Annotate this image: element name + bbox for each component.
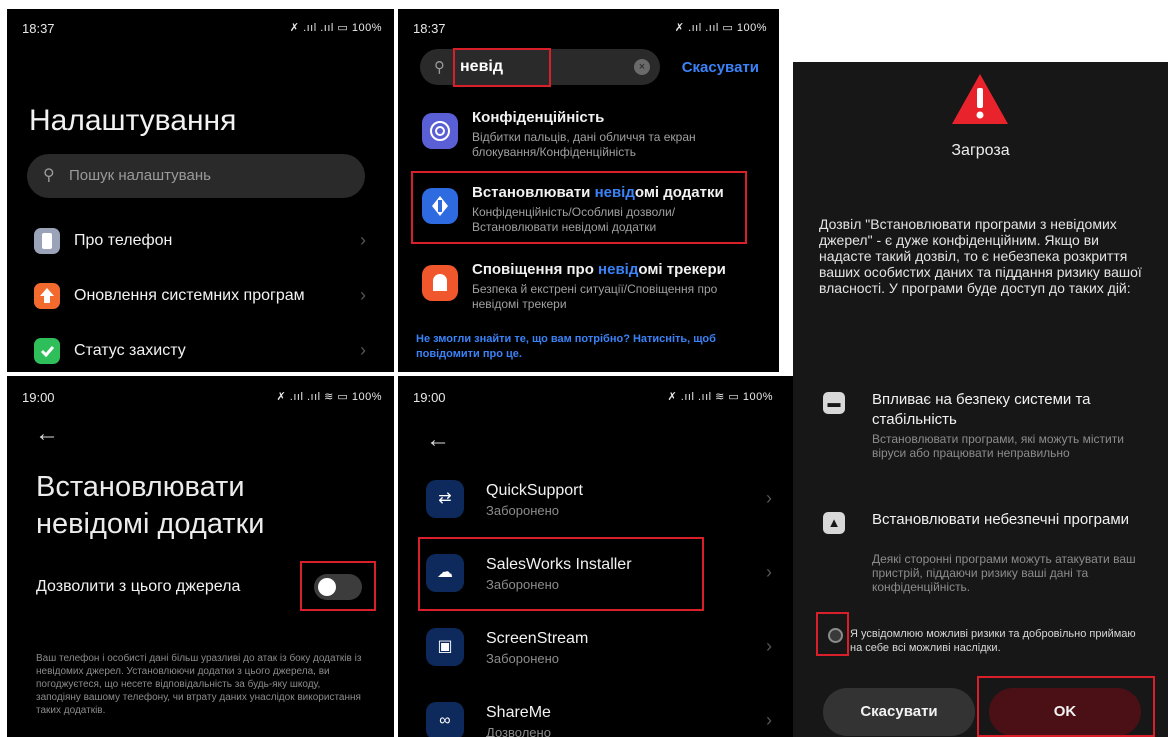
back-arrow-icon[interactable]: ←: [35, 420, 59, 448]
result-title: Сповіщення про невідомі трекери: [472, 261, 726, 278]
page-title: Встановлювати невідомі додатки: [36, 471, 265, 540]
highlight-ok-button: [977, 676, 1155, 737]
warning-triangle-icon: [952, 74, 1008, 124]
status-time: 18:37: [22, 21, 55, 36]
status-time: 19:00: [413, 390, 446, 405]
chevron-right-icon: ›: [360, 230, 366, 250]
app-name: ShareMe: [486, 704, 551, 721]
app-status: Заборонено: [486, 503, 560, 518]
app-item-quicksupport[interactable]: ⇄ QuickSupport Заборонено ›: [422, 476, 772, 526]
status-time: 18:37: [413, 21, 446, 36]
install-unknown-apps-screen: 19:00 ✗ .ııl .ııl ≋ ▭ 100% ← Встановлюва…: [7, 376, 394, 737]
back-arrow-icon[interactable]: ←: [426, 426, 450, 454]
status-icons: ✗ .ııl .ııl ▭ 100%: [674, 22, 767, 34]
settings-item-system-updates[interactable]: Оновлення системних програм ›: [29, 281, 374, 311]
settings-item-about-phone[interactable]: Про телефон ›: [29, 226, 374, 256]
dialog-body-text: Дозвіл "Встановлювати програми з невідом…: [819, 216, 1142, 296]
allow-from-source-label: Дозволити з цього джерела: [36, 578, 241, 595]
result-subtitle: Відбитки пальців, дані обличчя та екран …: [472, 130, 696, 159]
page-title: Налаштування: [29, 104, 237, 137]
settings-item-label: Оновлення системних програм: [74, 287, 305, 304]
search-icon: ⚲: [43, 167, 55, 184]
cancel-search-button[interactable]: Скасувати: [682, 59, 759, 76]
result-title: Конфіденційність: [472, 109, 605, 126]
status-icons: ✗ .ııl .ııl ▭ 100%: [289, 22, 382, 34]
acknowledge-risk-text: Я усвідомлюю можливі ризики та добровіль…: [850, 628, 1136, 654]
cancel-button[interactable]: Скасувати: [823, 688, 975, 736]
app-list-screen: 19:00 ✗ .ııl .ııl ≋ ▭ 100% ← ⇄ QuickSupp…: [398, 376, 793, 737]
chevron-right-icon: ›: [766, 636, 772, 656]
status-icons: ✗ .ııl .ııl ≋ ▭ 100%: [276, 391, 382, 403]
permission-system-stability: ▬ Впливає на безпеку системи та стабільн…: [823, 390, 1143, 480]
chevron-right-icon: ›: [360, 285, 366, 305]
highlight-acknowledge-radio: [816, 612, 849, 656]
settings-screen: 18:37 ✗ .ııl .ııl ▭ 100% Налаштування ⚲ …: [7, 9, 394, 372]
chevron-right-icon: ›: [766, 710, 772, 730]
alert-icon: ▲: [823, 512, 845, 534]
shield-check-icon: [34, 338, 60, 364]
permission-title: Встановлювати небезпечні програми: [872, 511, 1130, 528]
settings-search-results-screen: 18:37 ✗ .ııl .ııl ▭ 100% ⚲ невід × Скасу…: [398, 9, 779, 372]
quicksupport-icon: ⇄: [426, 480, 464, 518]
system-icon: ▬: [823, 392, 845, 414]
chevron-right-icon: ›: [766, 562, 772, 582]
search-input[interactable]: ⚲ Пошук налаштувань: [27, 154, 365, 198]
permission-title: Впливає на безпеку системи та стабільніс…: [872, 391, 1091, 428]
chevron-right-icon: ›: [766, 488, 772, 508]
settings-item-protection-status[interactable]: Статус захисту ›: [29, 336, 374, 366]
app-status: Заборонено: [486, 651, 560, 666]
threat-dialog: Загроза Дозвіл "Встановлювати програми з…: [793, 62, 1168, 737]
app-status: Дозволено: [486, 725, 551, 737]
app-name: QuickSupport: [486, 482, 583, 499]
shareme-icon: ∞: [426, 702, 464, 737]
settings-item-label: Статус захисту: [74, 342, 186, 359]
search-placeholder: Пошук налаштувань: [69, 167, 211, 184]
settings-item-label: Про телефон: [74, 232, 173, 249]
permission-description: Встановлювати програми, які можуть місти…: [872, 432, 1124, 460]
screenstream-icon: ▣: [426, 628, 464, 666]
privacy-icon: [422, 113, 458, 149]
chevron-right-icon: ›: [360, 340, 366, 360]
search-icon: ⚲: [434, 59, 445, 76]
clear-search-icon[interactable]: ×: [634, 59, 650, 75]
highlight-search-query: [453, 48, 551, 87]
phone-icon: [34, 228, 60, 254]
update-arrow-icon: [34, 283, 60, 309]
app-name: ScreenStream: [486, 630, 589, 647]
report-not-found-link[interactable]: Не змогли знайти те, що вам потрібно? На…: [416, 332, 761, 362]
app-item-shareme[interactable]: ∞ ShareMe Дозволено ›: [422, 698, 772, 737]
highlight-salesworks-installer: [418, 537, 704, 611]
permission-dangerous-apps: ▲ Встановлювати небезпечні програми Деяк…: [823, 510, 1143, 600]
search-result-privacy[interactable]: Конфіденційність Відбитки пальців, дані …: [422, 109, 762, 164]
security-warning-text: Ваш телефон і особисті дані більш уразли…: [36, 653, 362, 716]
cropped-caption: [0, 0, 600, 6]
app-item-screenstream[interactable]: ▣ ScreenStream Заборонено ›: [422, 624, 772, 674]
tracker-icon: [422, 265, 458, 301]
highlight-toggle: [300, 561, 376, 611]
highlight-install-unknown-result: [411, 171, 747, 244]
permission-description: Деякі сторонні програми можуть атакувати…: [872, 552, 1136, 594]
dialog-title: Загроза: [951, 142, 1010, 159]
search-result-unknown-trackers[interactable]: Сповіщення про невідомі трекери Безпека …: [422, 261, 762, 316]
status-time: 19:00: [22, 390, 55, 405]
status-icons: ✗ .ııl .ııl ≋ ▭ 100%: [667, 391, 773, 403]
result-subtitle: Безпека й екстрені ситуації/Сповіщення п…: [472, 282, 718, 311]
